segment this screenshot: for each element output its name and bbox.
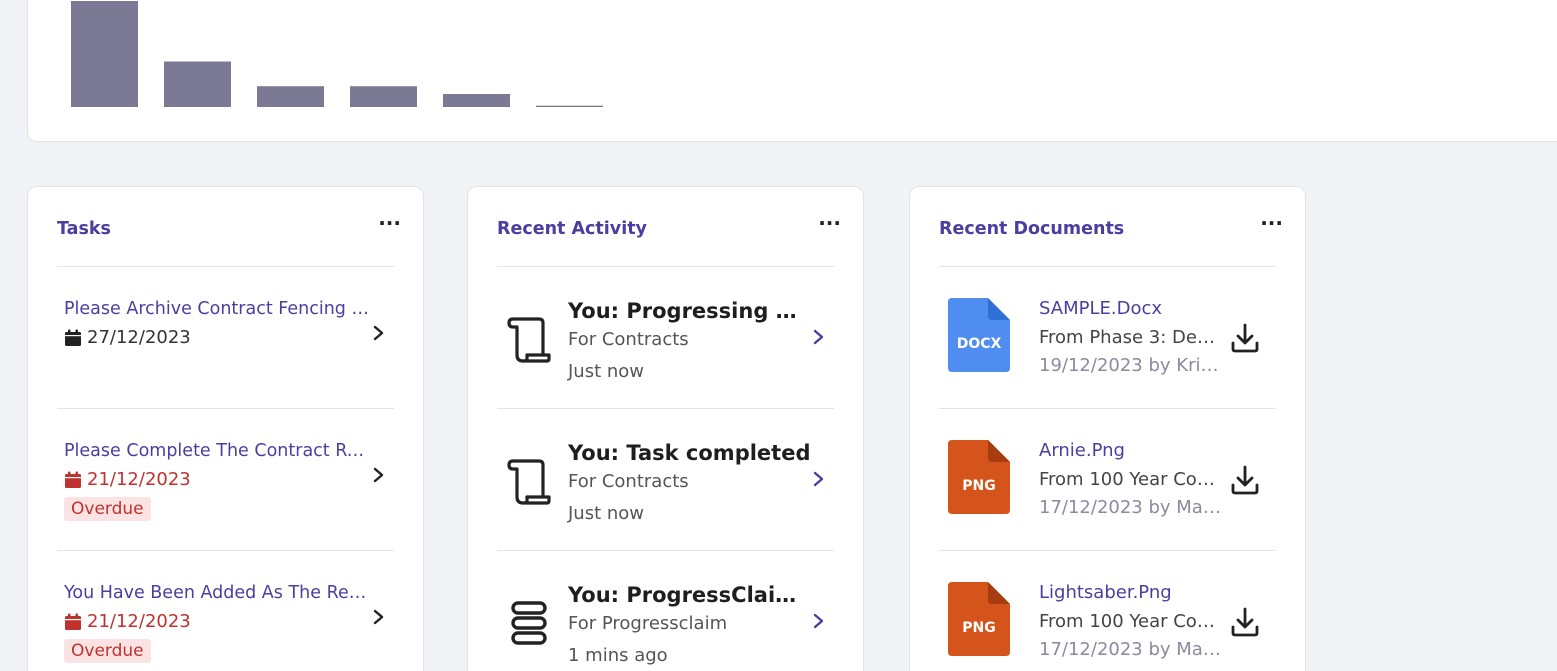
task-title[interactable]: You Have Been Added As The Reviewer (64, 583, 374, 603)
task-title[interactable]: Please Complete The Contract Review (64, 441, 374, 461)
activity-time: 1 mins ago (568, 645, 668, 666)
chevron-right-icon[interactable] (812, 327, 826, 347)
task-row[interactable]: Please Complete The Contract Review 21/1… (57, 409, 394, 551)
document-source: From Phase 3: Design (1039, 327, 1221, 348)
recent-activity-card: Recent Activity ··· You: Progressing wor… (467, 186, 864, 671)
more-options-icon[interactable]: ··· (818, 211, 841, 235)
chart-card (27, 0, 1557, 142)
document-meta: 17/12/2023 by Martin (1039, 497, 1221, 518)
activity-title: Recent Activity (497, 219, 647, 239)
overdue-badge: Overdue (64, 639, 151, 663)
chart-bar[interactable] (536, 105, 603, 107)
activity-list: You: Progressing work For Contracts Just… (497, 267, 834, 671)
scroll-icon (507, 317, 551, 363)
file-ext-label: PNG (962, 478, 995, 494)
more-options-icon[interactable]: ··· (378, 211, 401, 235)
document-meta: 17/12/2023 by Martin (1039, 639, 1221, 660)
activity-title-text: You: Progressing work (568, 299, 813, 323)
calendar-icon (65, 329, 81, 346)
overdue-badge: Overdue (64, 497, 151, 521)
activity-row[interactable]: You: ProgressClaim: updated For Progress… (497, 551, 834, 671)
task-row[interactable]: Please Archive Contract Fencing Works 27… (57, 267, 394, 409)
calendar-icon (65, 613, 81, 630)
activity-context: For Contracts (568, 329, 689, 350)
calendar-icon (65, 471, 81, 488)
chevron-right-icon[interactable] (812, 611, 826, 631)
chevron-right-icon[interactable] (372, 465, 386, 485)
documents-title: Recent Documents (939, 219, 1125, 239)
document-row[interactable]: DOCX SAMPLE.Docx From Phase 3: Design 19… (939, 267, 1276, 409)
recent-documents-card: Recent Documents ··· DOCX SAMPLE.Docx Fr… (909, 186, 1306, 671)
activity-title-text: You: ProgressClaim: updated (568, 583, 813, 607)
chevron-right-icon[interactable] (812, 469, 826, 489)
chart-bar[interactable] (71, 1, 138, 107)
bar-chart (71, 1, 603, 108)
tasks-title: Tasks (57, 219, 111, 239)
chevron-right-icon[interactable] (372, 323, 386, 343)
activity-time: Just now (568, 361, 645, 382)
task-row[interactable]: You Have Been Added As The Reviewer 21/1… (57, 551, 394, 671)
task-date: 21/12/2023 (64, 611, 191, 632)
file-ext-label: DOCX (957, 336, 1002, 352)
docx-file-icon: DOCX (948, 298, 1010, 372)
chart-bar[interactable] (443, 94, 510, 107)
activity-time: Just now (568, 503, 645, 524)
document-name[interactable]: Arnie.Png (1039, 440, 1125, 461)
file-ext-label: PNG (962, 620, 995, 636)
scroll-icon (507, 459, 551, 505)
documents-list: DOCX SAMPLE.Docx From Phase 3: Design 19… (939, 267, 1276, 671)
chart-bar[interactable] (257, 86, 324, 107)
documents-header: Recent Documents ··· (939, 211, 1283, 267)
png-file-icon: PNG (948, 440, 1010, 514)
task-title[interactable]: Please Archive Contract Fencing Works (64, 299, 374, 319)
document-row[interactable]: PNG Arnie.Png From 100 Year Contract 17/… (939, 409, 1276, 551)
more-options-icon[interactable]: ··· (1260, 211, 1283, 235)
download-icon[interactable] (1230, 463, 1260, 497)
document-name[interactable]: SAMPLE.Docx (1039, 298, 1162, 319)
png-file-icon: PNG (948, 582, 1010, 656)
chart-bar[interactable] (350, 86, 417, 107)
tasks-list: Please Archive Contract Fencing Works 27… (57, 267, 394, 671)
document-row[interactable]: PNG Lightsaber.Png From 100 Year Contrac… (939, 551, 1276, 671)
chart-bar[interactable] (164, 61, 231, 108)
document-source: From 100 Year Contract (1039, 469, 1221, 490)
document-source: From 100 Year Contract (1039, 611, 1221, 632)
document-meta: 19/12/2023 by Kristen (1039, 355, 1221, 376)
task-date-text: 21/12/2023 (87, 469, 191, 490)
download-icon[interactable] (1230, 605, 1260, 639)
tasks-header: Tasks ··· (57, 211, 401, 267)
activity-context: For Progressclaim (568, 613, 728, 634)
task-date-text: 21/12/2023 (87, 611, 191, 632)
download-icon[interactable] (1230, 321, 1260, 355)
activity-title-text: You: Task completed (568, 441, 811, 465)
chevron-right-icon[interactable] (372, 607, 386, 627)
stack-icon (511, 601, 547, 645)
activity-header: Recent Activity ··· (497, 211, 841, 267)
activity-row[interactable]: You: Task completed For Contracts Just n… (497, 409, 834, 551)
tasks-card: Tasks ··· Please Archive Contract Fencin… (27, 186, 424, 671)
activity-row[interactable]: You: Progressing work For Contracts Just… (497, 267, 834, 409)
task-date-text: 27/12/2023 (87, 327, 191, 348)
activity-context: For Contracts (568, 471, 689, 492)
task-date: 21/12/2023 (64, 469, 191, 490)
document-name[interactable]: Lightsaber.Png (1039, 582, 1172, 603)
task-date: 27/12/2023 (64, 327, 191, 348)
